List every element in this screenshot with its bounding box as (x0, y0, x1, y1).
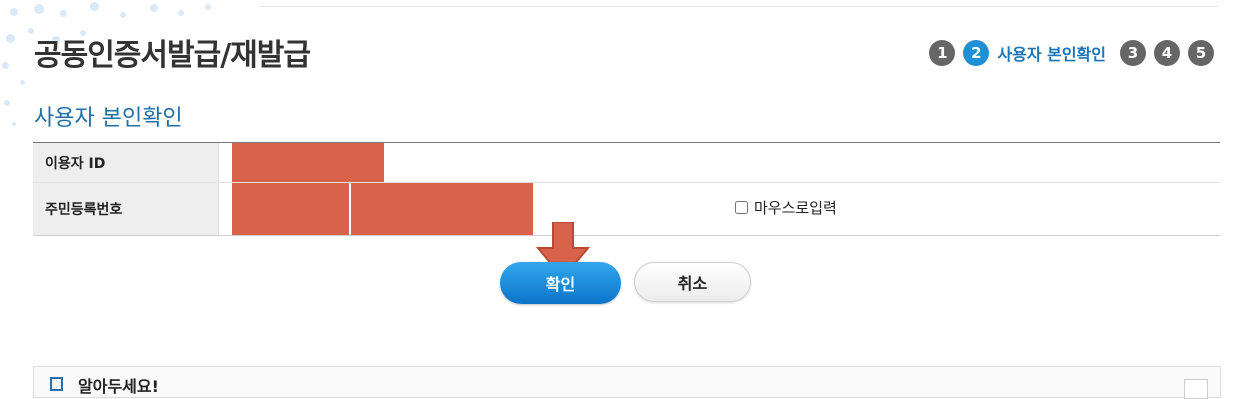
resident-number-front-field[interactable] (232, 183, 349, 235)
resident-number-label: 주민등록번호 (33, 183, 219, 235)
identity-form-table: 이용자 ID 주민등록번호 마우스로입력 (33, 142, 1220, 236)
resident-number-back-field[interactable] (351, 183, 533, 235)
user-id-field[interactable] (219, 143, 1220, 182)
mouse-input-option[interactable]: 마우스로입력 (735, 197, 837, 218)
mouse-input-label: 마우스로입력 (754, 199, 837, 217)
section-title: 사용자 본인확인 (34, 106, 183, 131)
user-id-label: 이용자 ID (33, 143, 219, 182)
resident-number-row: 주민등록번호 마우스로입력 (33, 183, 1220, 235)
step-2-badge: 2 (963, 40, 990, 66)
step-5-badge: 5 (1188, 40, 1214, 66)
confirm-button[interactable]: 확인 (500, 262, 621, 304)
step-4-badge: 4 (1154, 40, 1180, 66)
step-1-badge: 1 (929, 40, 956, 66)
mouse-input-checkbox[interactable] (735, 201, 748, 214)
notice-panel: 알아두세요! (33, 366, 1221, 399)
resident-number-fields: 마우스로입력 (219, 183, 1220, 235)
step-3-badge: 3 (1120, 40, 1146, 66)
note-icon (50, 377, 63, 391)
page-title: 공동인증서발급/재발급 (34, 38, 311, 73)
notice-title: 알아두세요! (78, 377, 159, 396)
user-id-row: 이용자 ID (33, 143, 1220, 183)
user-id-redaction (232, 143, 384, 182)
step-indicator: 1 2 사용자 본인확인 3 4 5 (921, 40, 1214, 66)
expand-toggle-button[interactable] (1184, 379, 1208, 399)
cancel-button[interactable]: 취소 (634, 262, 751, 302)
current-step-label: 사용자 본인확인 (997, 45, 1106, 64)
top-border (260, 0, 1218, 7)
